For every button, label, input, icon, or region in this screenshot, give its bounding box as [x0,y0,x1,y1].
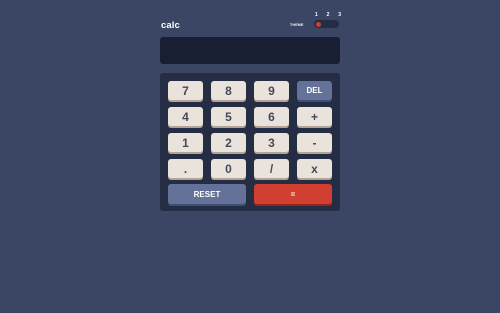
key-1[interactable]: 1 [168,133,203,152]
key-8[interactable]: 8 [211,81,246,100]
key-0[interactable]: 0 [211,159,246,178]
theme-toggle-knob[interactable] [316,21,321,27]
minus-button[interactable]: - [297,133,332,152]
theme-option-2[interactable]: 2 [327,12,330,18]
theme-option-1[interactable]: 1 [315,12,318,18]
theme-options: 1 2 3 [315,12,341,18]
calculator-display [160,37,340,64]
theme-label: THEME [290,23,304,27]
key-4[interactable]: 4 [168,107,203,126]
reset-button[interactable]: RESET [168,184,246,204]
calculator-app: calc THEME 1 2 3 7 8 9 DEL 4 5 6 + 1 2 3… [160,12,341,211]
key-3[interactable]: 3 [254,133,289,152]
theme-toggle[interactable] [314,20,339,28]
key-2[interactable]: 2 [211,133,246,152]
theme-option-3[interactable]: 3 [338,12,341,18]
decimal-button[interactable]: . [168,159,203,178]
divide-button[interactable]: / [254,159,289,178]
multiply-button[interactable]: x [297,159,332,178]
keypad: 7 8 9 DEL 4 5 6 + 1 2 3 - . 0 / x RESET … [160,73,340,211]
key-5[interactable]: 5 [211,107,246,126]
plus-button[interactable]: + [297,107,332,126]
calculator-header: calc THEME 1 2 3 [160,12,341,34]
equals-button[interactable]: = [254,184,332,204]
delete-button[interactable]: DEL [297,81,332,100]
key-6[interactable]: 6 [254,107,289,126]
key-7[interactable]: 7 [168,81,203,100]
key-9[interactable]: 9 [254,81,289,100]
app-logo: calc [161,20,180,31]
